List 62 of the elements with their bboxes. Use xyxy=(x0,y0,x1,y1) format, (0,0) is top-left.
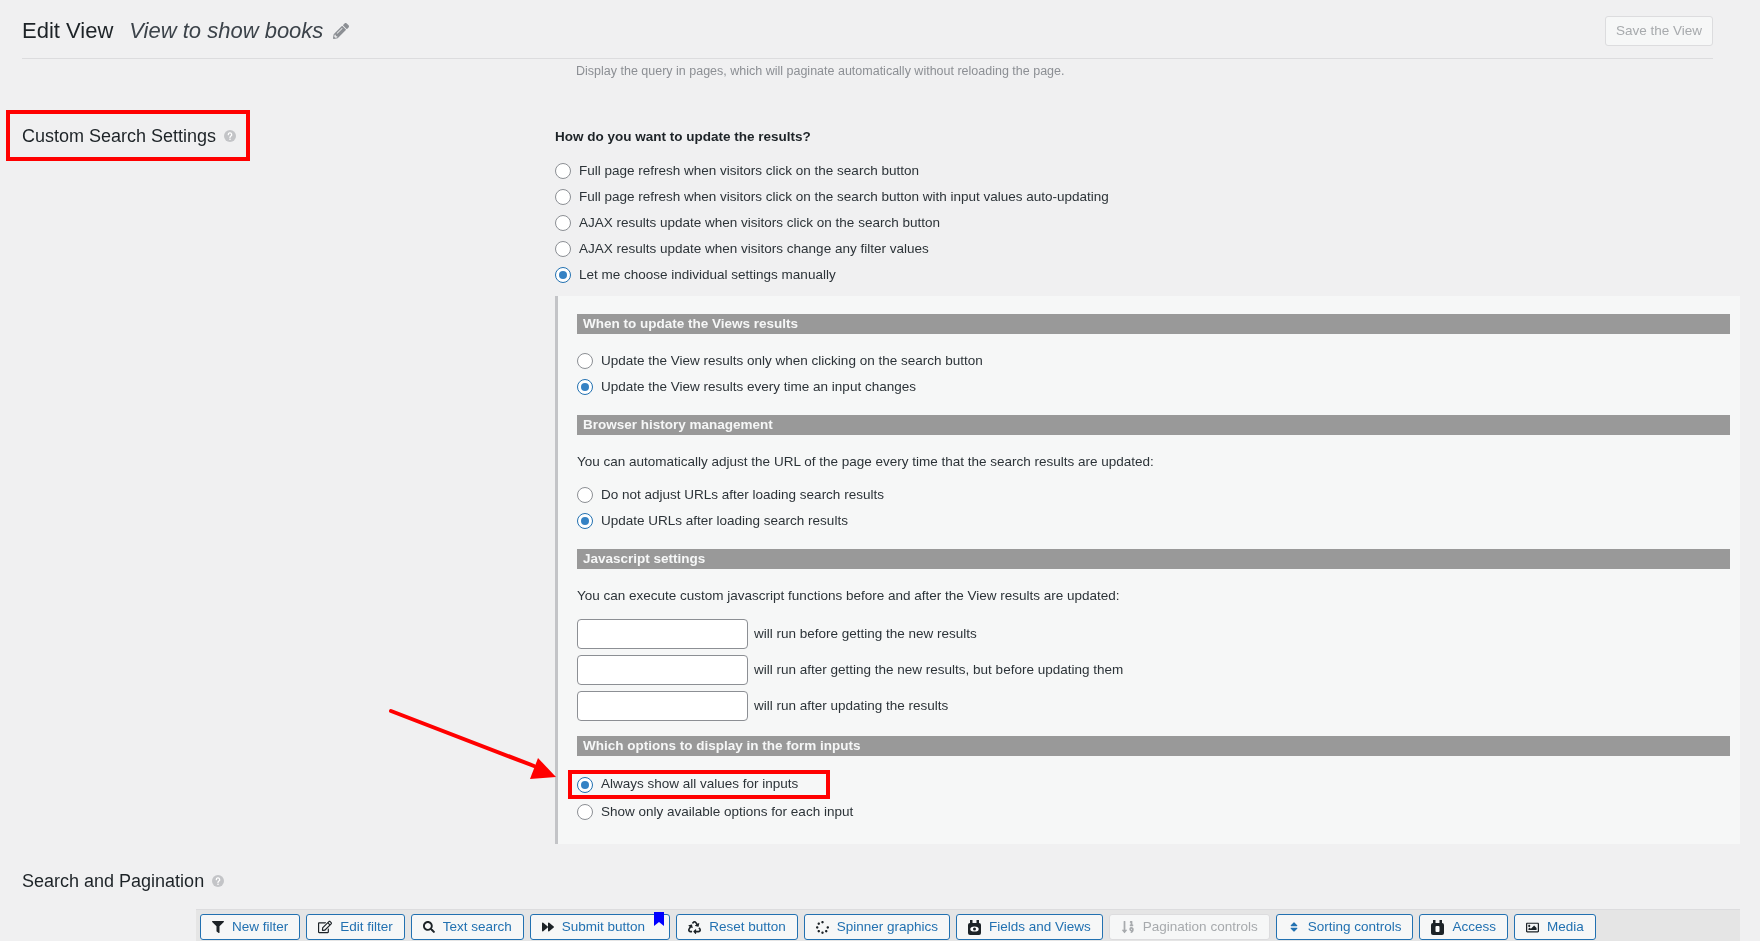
help-icon xyxy=(212,875,225,887)
radio-button[interactable] xyxy=(577,804,593,820)
toolbar-button[interactable]: Fields and Views xyxy=(956,914,1103,940)
function-input[interactable] xyxy=(577,691,748,721)
radio-button[interactable] xyxy=(577,776,593,793)
toolbar-button[interactable]: Submit button xyxy=(529,914,671,940)
help-icon xyxy=(224,129,237,142)
option-label: Always show all values for inputs xyxy=(601,775,799,794)
field-label: will run after getting the new results, but before updating them xyxy=(754,660,1124,679)
section-header: Javascript settings xyxy=(577,549,1730,569)
toolbar-button[interactable]: Sorting controls xyxy=(1275,914,1414,940)
radio-button[interactable] xyxy=(577,487,593,503)
spinner-icon xyxy=(815,920,829,934)
recycle-icon xyxy=(688,920,702,934)
numeric-sort-icon xyxy=(1120,920,1135,934)
option-label: Full page refresh when visitors click on the search button xyxy=(579,161,919,180)
function-input[interactable] xyxy=(577,619,748,649)
description-text: You can automatically adjust the URL of the page every time that the search results are updated: xyxy=(577,453,1155,471)
option-label: Let me choose individual settings manually xyxy=(579,265,836,284)
section-heading: Custom Search Settings xyxy=(22,124,217,148)
section-header: Browser history management xyxy=(577,415,1730,435)
radio-button[interactable] xyxy=(577,513,593,529)
page-title: Edit View xyxy=(22,17,114,45)
description-text: Display the query in pages, which will paginate automatically without reloading the page. xyxy=(576,63,1066,79)
radio-button[interactable] xyxy=(555,241,571,257)
option-label: Update the View results every time an input changes xyxy=(601,377,916,396)
radio-button[interactable] xyxy=(577,379,593,395)
radio-button[interactable] xyxy=(555,215,571,231)
radio-button[interactable] xyxy=(555,189,571,205)
funnel-icon xyxy=(212,921,224,933)
toolbar-button[interactable]: Text search xyxy=(410,914,524,940)
option-label: Do not adjust URLs after loading search results xyxy=(601,485,884,504)
fast-forward-icon xyxy=(541,921,554,933)
toolbar-button[interactable]: Access xyxy=(1419,914,1508,940)
function-input[interactable] xyxy=(577,655,748,685)
toolbar-button[interactable]: Media xyxy=(1513,914,1596,940)
option-label: AJAX results update when visitors change any filter values xyxy=(579,239,929,258)
option-label: Update URLs after loading search results xyxy=(601,511,848,530)
description-text: You can execute custom javascript functions before and after the View results are updated: xyxy=(577,587,1121,605)
view-name: View to show books xyxy=(129,17,324,45)
radio-button[interactable] xyxy=(555,163,571,179)
radio-button[interactable] xyxy=(577,353,593,369)
field-label: will run after updating the results xyxy=(754,696,949,715)
toolbar-button[interactable]: Spinner graphics xyxy=(803,914,950,940)
section-header: Which options to display in the form inputs xyxy=(577,736,1730,756)
option-label: Show only available options for each input xyxy=(601,802,854,821)
toolbar-button[interactable]: Reset button xyxy=(676,914,798,940)
radio-button[interactable] xyxy=(555,267,571,283)
toolbar-button[interactable]: Edit filter xyxy=(306,914,405,940)
section-header: When to update the Views results xyxy=(577,314,1730,334)
pencil-icon[interactable] xyxy=(333,23,350,39)
question-label: How do you want to update the results? xyxy=(555,128,812,146)
image-icon xyxy=(1525,920,1539,934)
section-heading: Search and Pagination xyxy=(22,870,205,893)
option-label: Full page refresh when visitors click on the search button with input values auto-updating xyxy=(579,187,1109,206)
field-label: will run before getting the new results xyxy=(754,624,977,643)
option-label: Update the View results only when clicking on the search button xyxy=(601,351,983,370)
search-icon xyxy=(422,921,435,933)
option-label: AJAX results update when visitors click on the search button xyxy=(579,213,940,232)
plug-eye-icon xyxy=(968,919,981,935)
toolbar-button[interactable]: New filter xyxy=(200,914,301,940)
plug-icon xyxy=(1431,919,1445,935)
